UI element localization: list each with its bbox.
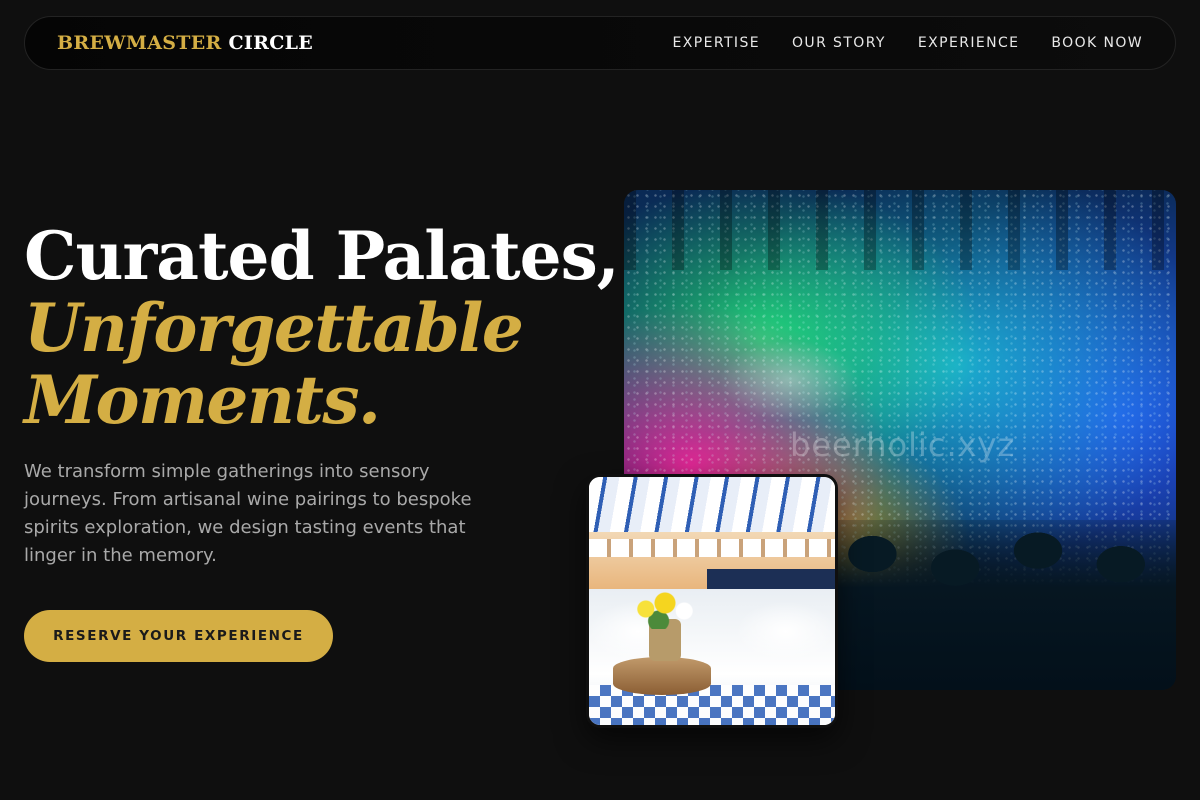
wood-stump-centerpiece [613, 657, 711, 695]
nav-link-our-story[interactable]: OUR STORY [792, 35, 886, 51]
nav-links: EXPERTISE OUR STORY EXPERIENCE BOOK NOW [673, 35, 1143, 51]
banquet-image [586, 474, 838, 728]
hero-title: Curated Palates, Unforgettable Moments. [24, 220, 624, 436]
brand-logo[interactable]: BREWMASTER CIRCLE [57, 32, 313, 54]
nav-link-book-now[interactable]: BOOK NOW [1051, 35, 1143, 51]
page: BREWMASTER CIRCLE EXPERTISE OUR STORY EX… [0, 0, 1200, 800]
nav-link-expertise[interactable]: EXPERTISE [673, 35, 760, 51]
hero-title-line2: Unforgettable [24, 289, 524, 367]
hero-title-line3: Moments. [24, 361, 381, 439]
nav-link-experience[interactable]: EXPERIENCE [918, 35, 1020, 51]
tent-ceiling [589, 477, 835, 532]
image-watermark: beerholic.xyz [790, 426, 1016, 464]
hero-title-line1: Curated Palates, [24, 217, 620, 295]
brand-name-part1: BREWMASTER [57, 32, 222, 54]
stage-lights [624, 190, 1176, 270]
reserve-experience-button[interactable]: RESERVE YOUR EXPERIENCE [24, 610, 333, 662]
top-navbar: BREWMASTER CIRCLE EXPERTISE OUR STORY EX… [24, 16, 1176, 70]
hall-windows [589, 539, 835, 557]
hero-description: We transform simple gatherings into sens… [24, 461, 472, 566]
brand-name-part2: CIRCLE [228, 32, 314, 54]
flower-bouquet [633, 589, 697, 629]
